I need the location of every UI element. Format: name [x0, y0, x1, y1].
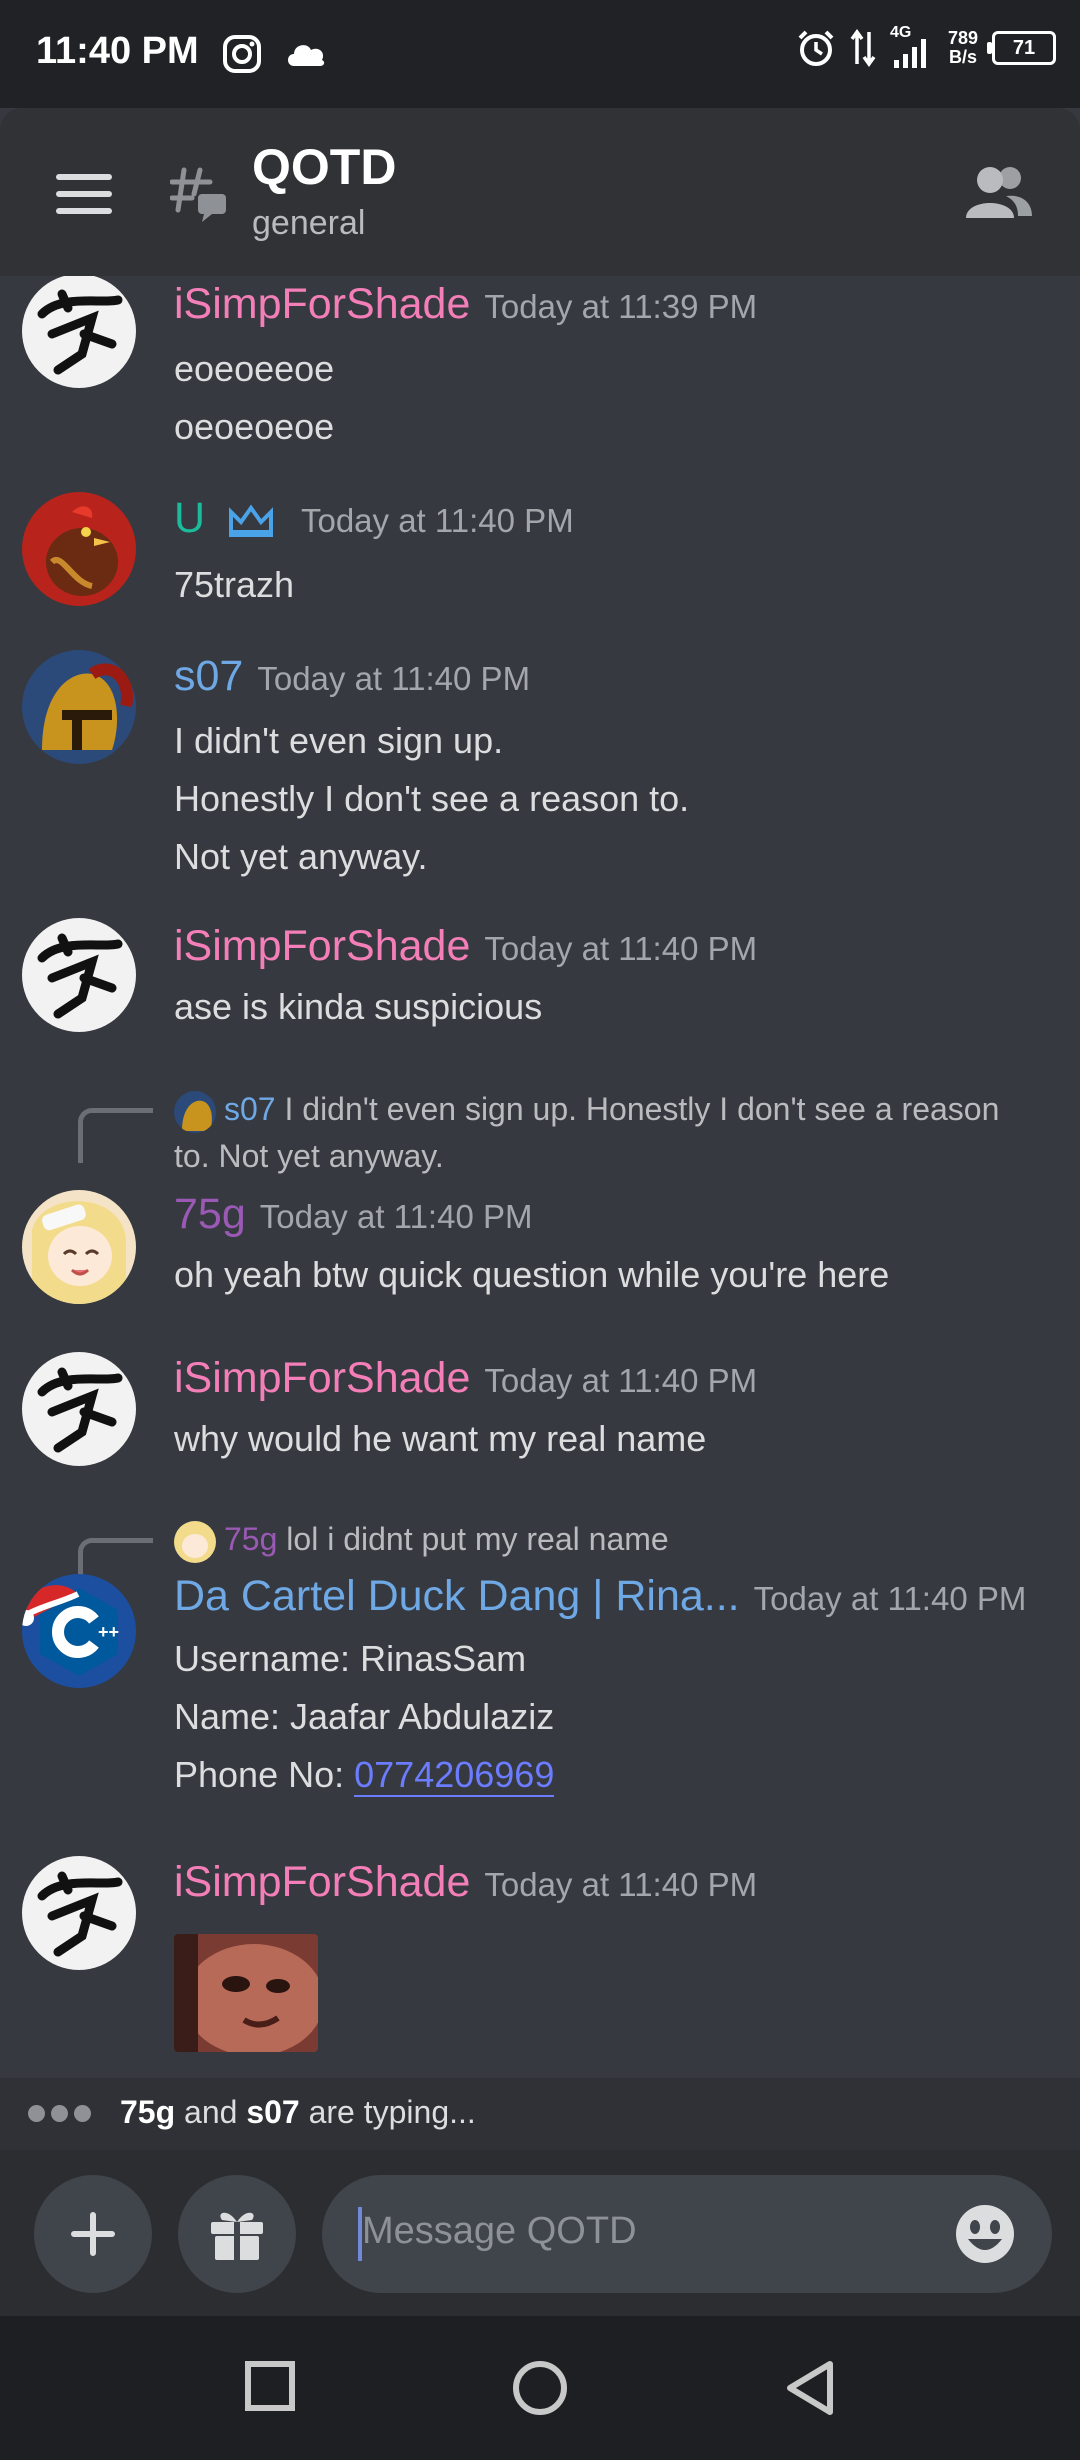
reply-avatar	[174, 1090, 216, 1133]
net-speed: 789 B/s	[947, 28, 978, 67]
square-icon[interactable]	[244, 2360, 296, 2412]
message-author[interactable]: iSimpForShade Today at 11:40 PM	[174, 1858, 757, 1907]
message-author[interactable]: iSimpForShade Today at 11:39 PM	[174, 280, 757, 329]
avatar[interactable]	[22, 1190, 136, 1304]
message-text: 75trazh	[174, 564, 295, 605]
reply-author: s07	[224, 1091, 276, 1127]
message-author[interactable]: U Today at 11:40 PM	[174, 494, 574, 543]
reply-connector	[78, 1108, 153, 1163]
image-attachment[interactable]	[174, 1934, 318, 2052]
message-timestamp: Today at 11:40 PM	[484, 930, 758, 967]
message-timestamp: Today at 11:40 PM	[753, 1580, 1027, 1617]
status-time: 11:40 PM	[36, 30, 199, 72]
thread-icon	[170, 167, 226, 222]
message-timestamp: Today at 11:39 PM	[484, 288, 758, 325]
channel-subtitle: general	[252, 204, 366, 242]
menu-icon[interactable]	[56, 174, 112, 225]
reply-avatar	[174, 1520, 216, 1563]
reply-text: lol i didnt put my real name	[286, 1521, 669, 1557]
phone-link[interactable]: 0774206969	[354, 1754, 555, 1797]
message-timestamp: Today at 11:40 PM	[257, 660, 531, 697]
typing-indicator: 75g and s07 are typing...	[0, 2078, 1080, 2150]
message-text: oh yeah btw quick question while you're …	[174, 1254, 890, 1295]
gift-icon	[211, 2212, 263, 2260]
members-icon[interactable]	[966, 164, 1032, 220]
add-attachment-button[interactable]	[34, 2175, 152, 2293]
status-bar: 11:40 PM 4G 789 B/s 71	[0, 0, 1080, 108]
phone-label: Phone No:	[174, 1754, 355, 1795]
message-text: ase is kinda suspicious	[174, 986, 543, 1027]
avatar[interactable]	[22, 276, 136, 388]
avatar[interactable]: ++	[22, 1574, 136, 1688]
instagram-icon	[223, 35, 261, 73]
reply-author: 75g	[224, 1521, 278, 1557]
message-timestamp: Today at 11:40 PM	[300, 502, 574, 539]
avatar[interactable]	[22, 492, 136, 606]
message-input-placeholder: Message QOTD	[362, 2210, 637, 2252]
message-author[interactable]: iSimpForShade Today at 11:40 PM	[174, 1354, 757, 1403]
message-text: Not yet anyway.	[174, 836, 428, 877]
battery-indicator: 71	[987, 31, 1056, 65]
back-icon[interactable]	[784, 2360, 836, 2416]
channel-header: QOTD general	[0, 108, 1080, 276]
message-author[interactable]: iSimpForShade Today at 11:40 PM	[174, 922, 757, 971]
reply-connector	[78, 1538, 153, 1577]
avatar[interactable]	[22, 918, 136, 1032]
message-author[interactable]: Da Cartel Duck Dang | Rina... Today at 11…	[174, 1572, 1026, 1621]
message-text: eoeoeeoe	[174, 348, 335, 389]
reply-text: I didn't even sign up. Honestly I don't …	[284, 1091, 1000, 1127]
message-text: why would he want my real name	[174, 1418, 707, 1459]
message-text: Honestly I don't see a reason to.	[174, 778, 690, 819]
channel-title: QOTD	[252, 139, 397, 195]
emoji-icon[interactable]	[954, 2203, 1016, 2265]
system-nav-bar	[0, 2316, 1080, 2460]
message-author[interactable]: 75g Today at 11:40 PM	[174, 1190, 532, 1239]
message-text: oeoeoeoe	[174, 406, 335, 447]
avatar[interactable]	[22, 1856, 136, 1970]
message-composer: Message QOTD	[0, 2150, 1080, 2316]
signal-icon: 4G	[890, 24, 934, 68]
message-text: I didn't even sign up.	[174, 720, 504, 761]
avatar[interactable]	[22, 650, 136, 764]
message-author[interactable]: s07 Today at 11:40 PM	[174, 652, 530, 701]
typing-dots-icon	[28, 2105, 97, 2127]
alarm-icon	[798, 30, 834, 66]
message-timestamp: Today at 11:40 PM	[484, 1866, 758, 1903]
message-input[interactable]: Message QOTD	[322, 2175, 1052, 2293]
svg-text:++: ++	[98, 1622, 119, 1642]
plus-icon	[71, 2212, 115, 2256]
message-list[interactable]: iSimpForShade Today at 11:39 PM eoeoeeoe …	[0, 276, 1080, 2076]
cloud-icon	[288, 45, 325, 66]
crown-icon	[229, 504, 274, 537]
data-transfer-icon	[850, 28, 876, 68]
reply-text-cont: to. Not yet anyway.	[174, 1138, 444, 1174]
message-timestamp: Today at 11:40 PM	[259, 1198, 533, 1235]
reply-preview[interactable]: 75g lol i didnt put my real name	[174, 1516, 1064, 1563]
reply-preview[interactable]: s07 I didn't even sign up. Honestly I do…	[174, 1086, 1064, 1180]
gift-button[interactable]	[178, 2175, 296, 2293]
message-timestamp: Today at 11:40 PM	[484, 1362, 758, 1399]
message-text: Name: Jaafar Abdulaziz	[174, 1696, 555, 1737]
avatar[interactable]	[22, 1352, 136, 1466]
message-text: Phone No: 0774206969	[174, 1754, 555, 1797]
typing-text: 75g and s07 are typing...	[120, 2094, 476, 2130]
message-text: Username: RinasSam	[174, 1638, 527, 1679]
circle-icon[interactable]	[512, 2360, 568, 2416]
